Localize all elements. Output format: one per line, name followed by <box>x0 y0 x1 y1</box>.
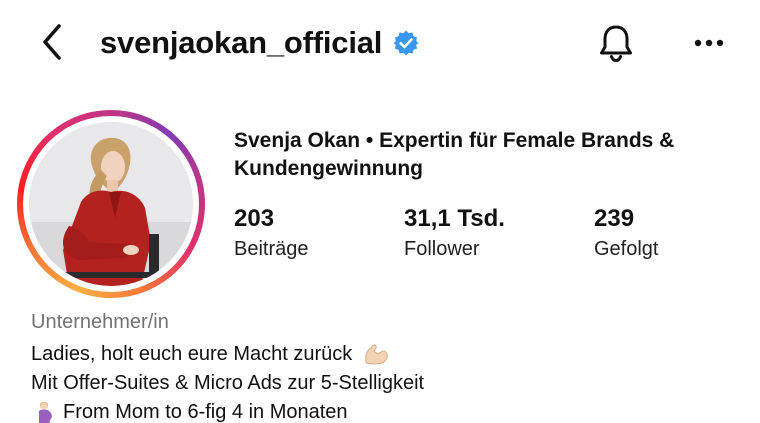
posts-label: Beiträge <box>234 238 309 260</box>
profile-page: svenjaokan_official Svenja Okan • Expert… <box>0 0 760 423</box>
verified-badge-icon <box>392 29 420 57</box>
flexed-biceps-emoji <box>362 341 390 367</box>
story-ring[interactable] <box>17 110 205 298</box>
bio-text-1: Ladies, holt euch eure Macht zurück <box>31 343 353 365</box>
more-horizontal-icon <box>694 39 724 47</box>
bio-line-2: Mit Offer-Suites & Micro Ads zur 5-Stell… <box>31 369 424 397</box>
bio-text-2: Mit Offer-Suites & Micro Ads zur 5-Stell… <box>31 372 425 394</box>
followers-label: Follower <box>404 238 480 260</box>
stat-posts[interactable]: 203 Beiträge <box>234 203 309 263</box>
back-button[interactable] <box>30 20 74 64</box>
username: svenjaokan_official <box>100 25 383 60</box>
notifications-button[interactable] <box>593 20 639 66</box>
stat-following[interactable]: 239 Gefolgt <box>594 203 658 263</box>
pregnant-woman-emoji <box>31 399 59 423</box>
username-row: svenjaokan_official <box>100 24 420 62</box>
profile-category: Unternehmer/in <box>31 311 169 333</box>
profile-header: svenjaokan_official <box>0 0 760 86</box>
bio-line-1: Ladies, holt euch eure Macht zurück <box>31 340 390 368</box>
followers-count: 31,1 Tsd. <box>404 205 505 232</box>
following-label: Gefolgt <box>594 238 659 260</box>
stat-followers[interactable]: 31,1 Tsd. Follower <box>404 203 505 263</box>
more-options-button[interactable] <box>686 20 732 66</box>
chevron-left-icon <box>43 24 61 60</box>
bell-icon <box>600 25 632 63</box>
bio-line-3: From Mom to 6-fig 4 in Monaten <box>31 398 348 423</box>
posts-count: 203 <box>234 205 275 232</box>
avatar <box>29 122 193 286</box>
bio-text-3: From Mom to 6-fig 4 in Monaten <box>63 401 348 423</box>
avatar-gap <box>23 116 199 292</box>
display-name: Svenja Okan • Expertin für Female Brands… <box>234 129 675 180</box>
following-count: 239 <box>594 205 635 232</box>
